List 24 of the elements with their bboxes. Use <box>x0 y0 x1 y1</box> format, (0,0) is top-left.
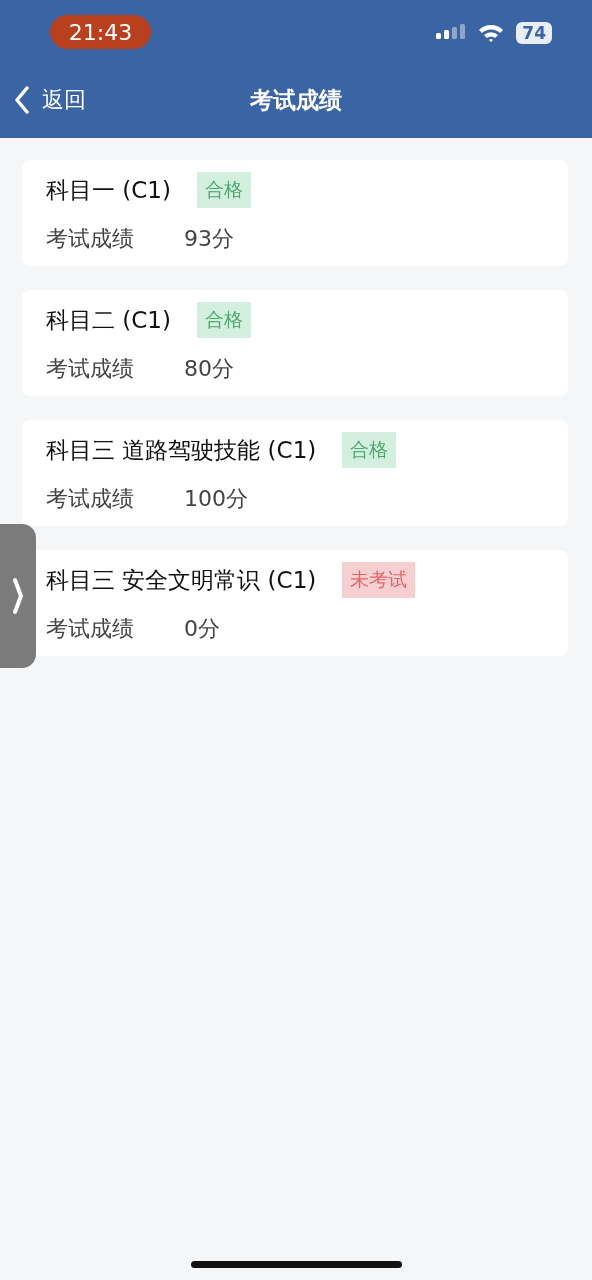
battery-level: 74 <box>516 22 552 44</box>
score-label: 考试成绩 <box>46 485 134 513</box>
score-label: 考试成绩 <box>46 225 134 253</box>
subject-name: 科目三 安全文明常识 (C1) <box>46 565 317 595</box>
status-time: 21:43 <box>50 15 151 49</box>
side-drawer-handle[interactable] <box>0 524 36 668</box>
status-tag: 合格 <box>342 432 397 468</box>
page-title: 考试成绩 <box>250 85 342 115</box>
wifi-icon <box>478 23 505 43</box>
score-value: 100分 <box>184 485 248 513</box>
subject-name: 科目三 道路驾驶技能 (C1) <box>46 435 317 465</box>
back-button[interactable]: 返回 <box>14 85 86 115</box>
status-tag: 合格 <box>196 302 251 338</box>
score-value: 80分 <box>184 355 234 383</box>
chevron-icon <box>12 577 24 615</box>
back-chevron-icon <box>14 86 30 114</box>
subject-name: 科目一 (C1) <box>46 175 171 205</box>
status-tag: 合格 <box>196 172 251 208</box>
status-tag: 未考试 <box>342 562 416 598</box>
score-label: 考试成绩 <box>46 615 134 643</box>
score-value: 93分 <box>184 225 234 253</box>
score-value: 0分 <box>184 615 220 643</box>
subject-name: 科目二 (C1) <box>46 305 171 335</box>
score-label: 考试成绩 <box>46 355 134 383</box>
